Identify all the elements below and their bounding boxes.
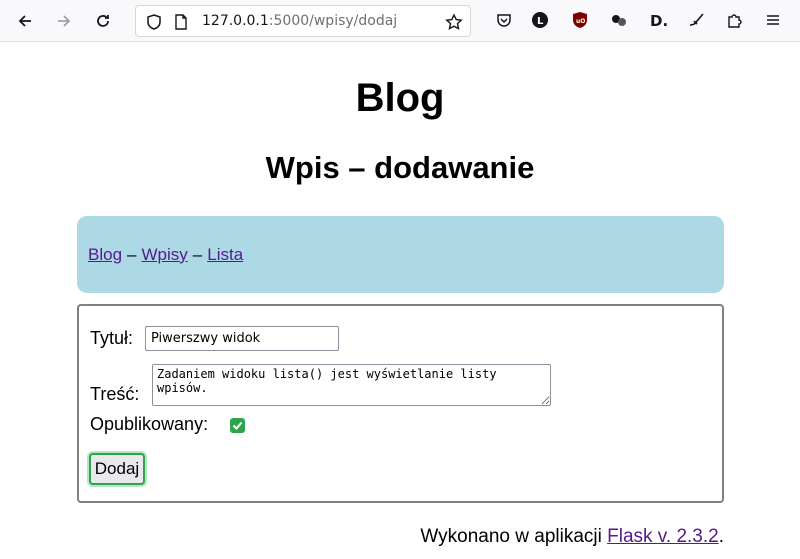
title-input[interactable] [145,326,339,351]
content-textarea[interactable]: Zadaniem widoku lista() jest wyświetlani… [152,364,551,406]
forward-button[interactable] [50,7,78,35]
title-label: Tytuł: [90,328,134,348]
url-text: 127.0.0.1:5000/wpisy/dodaj [202,13,398,29]
extension-l-icon[interactable]: L [530,10,550,30]
reload-icon [97,15,109,27]
extension-brush-icon[interactable] [687,10,707,30]
forward-arrow-icon [58,15,71,27]
menu-icon[interactable] [763,10,783,30]
checkmark-icon [232,421,243,430]
pocket-icon[interactable] [494,10,514,30]
footer-end: . [718,526,724,547]
page-subtitle: Wpis – dodawanie [265,150,535,185]
page-icon[interactable] [172,13,190,31]
back-button[interactable] [11,7,39,35]
browser-toolbar: 127.0.0.1:5000/wpisy/dodaj L uO D. [0,0,800,42]
nav-link-blog[interactable]: Blog [88,245,122,265]
svg-text:L: L [537,16,544,27]
post-form: Tytuł: Treść: Zadaniem widoku lista() je… [77,304,724,503]
published-checkbox[interactable] [230,418,245,433]
extension-d-icon[interactable]: D. [648,10,668,30]
nav-link-wpisy[interactable]: Wpisy [142,245,188,265]
reload-button[interactable] [89,7,117,35]
svg-text:D.: D. [650,12,667,29]
content-label: Treść: [90,384,140,404]
ublock-icon[interactable]: uO [570,10,590,30]
extensions-puzzle-icon[interactable] [724,10,744,30]
footer: Wykonano w aplikacji Flask v. 2.3.2. [420,526,724,548]
nav-separator: – [127,244,137,264]
submit-button[interactable]: Dodaj [89,453,145,485]
extension-dots-icon[interactable] [609,10,629,30]
published-label: Opublikowany: [90,414,209,434]
footer-flask-link[interactable]: Flask v. 2.3.2 [607,526,719,547]
svg-text:uO: uO [576,18,585,25]
page-title: Blog [355,76,445,120]
shield-icon[interactable] [145,13,163,31]
footer-text: Wykonano w aplikacji [420,526,608,547]
page-content: Blog Wpis – dodawanie Blog – Wpisy – Lis… [0,42,800,559]
back-arrow-icon [18,15,31,27]
breadcrumb-nav: Blog – Wpisy – Lista [77,216,724,293]
nav-separator: – [192,244,203,264]
url-bar[interactable]: 127.0.0.1:5000/wpisy/dodaj [135,5,471,37]
nav-link-lista[interactable]: Lista [207,245,243,265]
bookmark-star-icon[interactable] [445,13,463,31]
